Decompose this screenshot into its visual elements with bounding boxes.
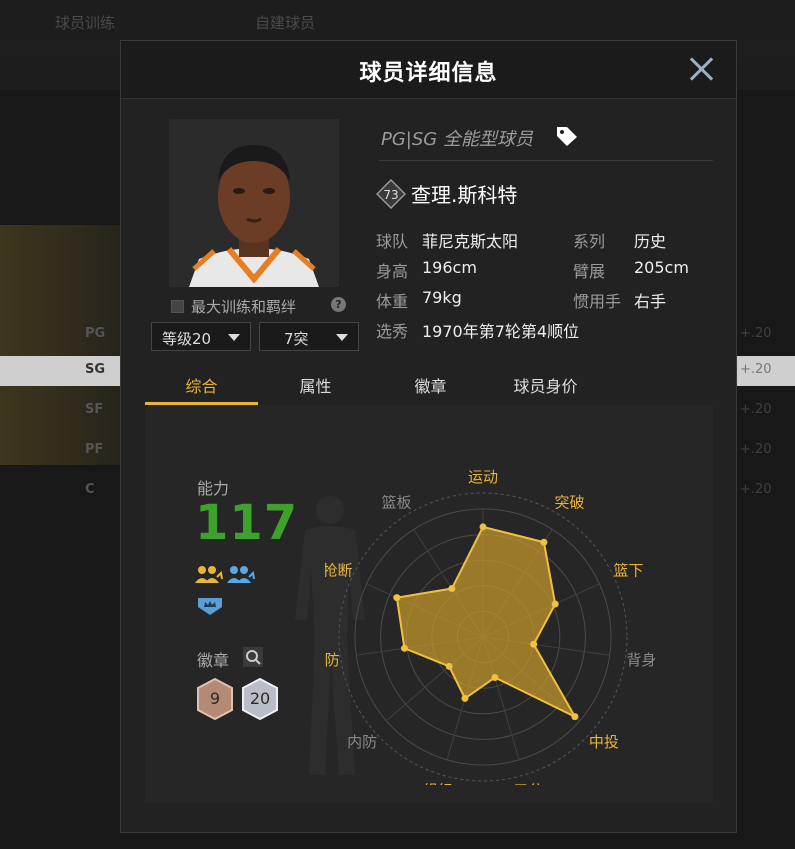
help-icon[interactable]: ? <box>331 297 346 312</box>
player-detail-modal: 球员详细信息 最大训练和羁绊 ? 等级20 7突 PG|SG 全能型球员 73 … <box>120 40 737 833</box>
crown-shield-icon <box>198 598 222 615</box>
radar-point-6 <box>461 694 469 702</box>
weight-label: 体重 <box>376 292 409 311</box>
tag-icon <box>557 127 577 146</box>
radar-label-7: 内防 <box>347 733 377 751</box>
radar-label-0: 运动 <box>468 468 498 486</box>
radar-point-7 <box>445 662 453 670</box>
radar-point-1 <box>540 538 548 546</box>
tab-attributes[interactable]: 属性 <box>258 373 373 397</box>
silver-badge-value: 20 <box>249 689 271 708</box>
radar-point-8 <box>400 644 408 652</box>
team-value: 菲尼克斯太阳 <box>422 232 519 251</box>
height-value: 196cm <box>422 258 477 277</box>
silver-badge-count: 20 <box>240 677 280 721</box>
radar-point-2 <box>551 600 559 608</box>
radar-point-0 <box>479 523 487 531</box>
tab-value[interactable]: 球员身价 <box>488 373 603 397</box>
draft-label: 选秀 <box>376 322 409 341</box>
player-portrait <box>169 119 339 287</box>
chevron-down-icon <box>336 334 348 341</box>
close-icon[interactable] <box>688 55 716 83</box>
tab-badges[interactable]: 徽章 <box>373 373 488 397</box>
background-tab-bar: 球员训练 自建球员 <box>0 0 795 42</box>
team-label: 球队 <box>376 232 409 251</box>
bg-tab-training[interactable]: 球员训练 <box>55 12 115 33</box>
max-training-label: 最大训练和羁绊 <box>191 298 297 316</box>
level-select-value: 等级20 <box>162 330 212 348</box>
search-icon[interactable] <box>243 647 263 667</box>
overall-badge-icon: 73 <box>376 179 406 209</box>
divider <box>379 160 713 161</box>
player-role: PG|SG 全能型球员 <box>381 129 533 150</box>
wingspan-label: 臂展 <box>573 262 606 281</box>
radar-label-1: 突破 <box>554 493 584 511</box>
hand-label: 惯用手 <box>573 292 622 311</box>
ability-value: 117 <box>195 495 299 551</box>
radar-point-9 <box>393 594 401 602</box>
draft-value: 1970年第7轮第4顺位 <box>422 322 580 341</box>
series-value: 历史 <box>634 232 667 251</box>
radar-label-2: 篮下 <box>614 562 644 580</box>
radar-label-10: 篮板 <box>381 493 411 511</box>
height-label: 身高 <box>376 262 409 281</box>
bronze-badge-count: 9 <box>195 677 235 721</box>
radar-point-3 <box>530 640 538 648</box>
breakthrough-select[interactable]: 7突 <box>259 322 359 351</box>
wingspan-value: 205cm <box>634 258 689 277</box>
chemistry-gold-icon <box>195 566 223 583</box>
badges-label: 徽章 <box>197 651 230 670</box>
radar-point-5 <box>491 674 499 682</box>
bg-tab-custom[interactable]: 自建球员 <box>255 12 315 33</box>
overview-panel: 能力 117 徽章 9 20 运动 突破 篮下背身 中投 内防 防 抢断 篮板 <box>145 405 713 803</box>
level-select[interactable]: 等级20 <box>151 322 251 351</box>
radar-label-8: 外防 <box>325 651 340 669</box>
modal-header: 球员详细信息 <box>121 41 736 99</box>
overall-badge-value: 73 <box>383 188 398 202</box>
radar-point-4 <box>571 713 579 721</box>
modal-title: 球员详细信息 <box>359 61 498 86</box>
detail-tabs: 综合 属性 徽章 球员身价 <box>145 365 713 405</box>
radar-label-9: 抢断 <box>325 562 352 580</box>
weight-value: 79kg <box>422 288 462 307</box>
max-training-checkbox[interactable] <box>171 300 184 313</box>
ability-radar-chart: 运动突破篮下背身中投三分 组织 内防 外防 抢断 篮板 <box>325 468 656 785</box>
player-name: 查理.斯科特 <box>411 183 518 207</box>
max-training-toggle[interactable]: 最大训练和羁绊 ? <box>169 296 349 316</box>
series-label: 系列 <box>573 232 606 251</box>
chevron-down-icon <box>228 334 240 341</box>
bronze-badge-value: 9 <box>209 689 221 708</box>
tab-overview[interactable]: 综合 <box>145 373 258 397</box>
radar-label-3: 背身 <box>626 651 656 669</box>
chemistry-blue-icon <box>227 566 255 583</box>
radar-label-4: 中投 <box>589 733 619 751</box>
radar-label-6: 组织 <box>423 782 453 785</box>
breakthrough-select-value: 7突 <box>284 330 309 348</box>
radar-point-10 <box>448 585 456 593</box>
radar-label-5: 三分 <box>513 782 543 785</box>
hand-value: 右手 <box>634 292 667 311</box>
